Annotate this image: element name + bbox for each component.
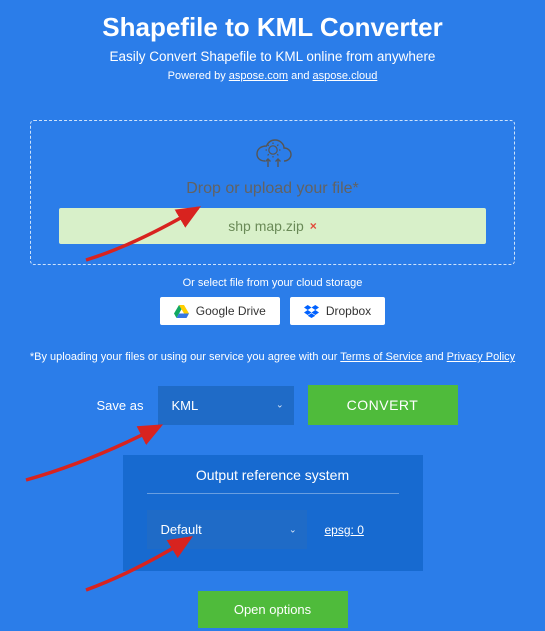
upload-cloud-icon	[254, 139, 292, 174]
epsg-link[interactable]: epsg: 0	[325, 523, 364, 537]
aspose-cloud-link[interactable]: aspose.cloud	[313, 70, 378, 82]
open-options-button[interactable]: Open options	[198, 591, 348, 628]
dropbox-icon	[304, 305, 319, 318]
aspose-com-link[interactable]: aspose.com	[229, 70, 288, 82]
terms-of-service-link[interactable]: Terms of Service	[340, 351, 422, 363]
chevron-down-icon: ⌄	[289, 524, 297, 535]
uploaded-file-name: shp map.zip	[228, 218, 303, 234]
save-as-label: Save as	[88, 398, 144, 413]
drop-label: Drop or upload your file*	[59, 180, 486, 198]
powered-by: Powered by aspose.com and aspose.cloud	[0, 70, 545, 82]
page-subtitle: Easily Convert Shapefile to KML online f…	[0, 49, 545, 64]
terms-prefix: *By uploading your files or using our se…	[30, 351, 340, 363]
format-select-value: KML	[172, 398, 199, 413]
uploaded-file: shp map.zip ×	[59, 208, 486, 244]
google-drive-label: Google Drive	[196, 304, 266, 318]
terms-text: *By uploading your files or using our se…	[0, 351, 545, 363]
page-title: Shapefile to KML Converter	[0, 0, 545, 43]
google-drive-button[interactable]: Google Drive	[160, 297, 280, 325]
dropbox-label: Dropbox	[326, 304, 371, 318]
convert-button[interactable]: CONVERT	[308, 385, 458, 425]
powered-and: and	[288, 70, 312, 82]
dropzone[interactable]: Drop or upload your file* shp map.zip ×	[30, 120, 515, 265]
output-reference-title: Output reference system	[147, 467, 399, 494]
google-drive-icon	[174, 305, 189, 318]
reference-system-value: Default	[161, 522, 202, 537]
terms-and: and	[422, 351, 446, 363]
output-reference-panel: Output reference system Default ⌄ epsg: …	[123, 455, 423, 571]
remove-file-button[interactable]: ×	[310, 219, 317, 233]
powered-prefix: Powered by	[168, 70, 229, 82]
privacy-policy-link[interactable]: Privacy Policy	[447, 351, 515, 363]
dropbox-button[interactable]: Dropbox	[290, 297, 385, 325]
cloud-hint: Or select file from your cloud storage	[0, 277, 545, 289]
chevron-down-icon: ⌄	[276, 400, 284, 411]
format-select[interactable]: KML ⌄	[158, 386, 294, 425]
reference-system-select[interactable]: Default ⌄	[147, 510, 307, 549]
